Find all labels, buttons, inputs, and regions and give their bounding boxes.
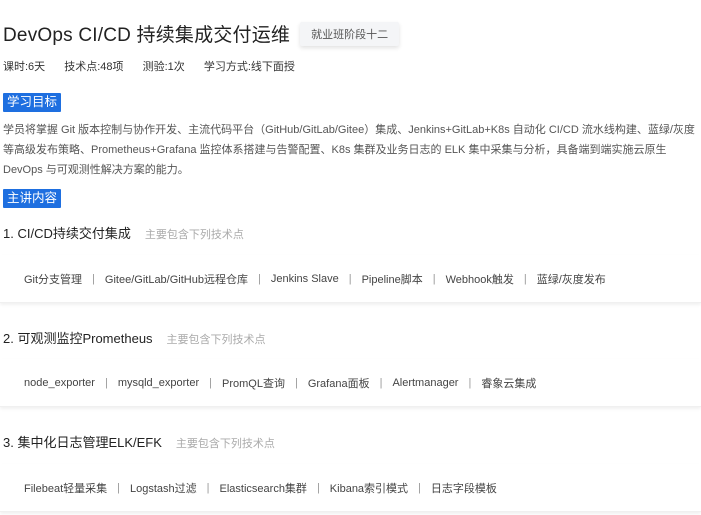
module-name-3: 3. 集中化日志管理ELK/EFK <box>3 435 162 450</box>
tech-point: Webhook触发 <box>445 273 514 286</box>
course-header: DevOps CI/CD 持续集成交付运维 就业班阶段十二 <box>3 20 400 47</box>
course-meta: 课时:6天 技术点:48项 测验:1次 学习方式:线下面授 <box>3 58 311 74</box>
tech-point: 蓝绿/灰度发布 <box>536 273 606 286</box>
module-points-3: Filebeat轻量采集 | Logstash过滤 | Elasticsearch集… <box>0 464 701 512</box>
tech-point: 日志字段模板 <box>430 482 497 495</box>
tech-point: Logstash过滤 <box>130 482 197 495</box>
meta-tests: 测验:1次 <box>142 61 185 73</box>
tech-point: Grafana面板 <box>307 377 370 390</box>
meta-points: 技术点:48项 <box>64 61 124 73</box>
tech-point: 睿象云集成 <box>481 377 537 390</box>
tech-point: mysqld_exporter <box>117 376 200 389</box>
module-hint-1: 主要包含下列技术点 <box>144 229 244 241</box>
module-title-3: 3. 集中化日志管理ELK/EFK 主要包含下列技术点 <box>3 432 275 451</box>
tech-point: Alertmanager <box>392 376 459 389</box>
module-title-1: 1. CI/CD持续交付集成 主要包含下列技术点 <box>3 223 244 242</box>
tech-point: Elasticsearch集群 <box>219 482 307 495</box>
course-page: DevOps CI/CD 持续集成交付运维 就业班阶段十二 课时:6天 技术点:… <box>0 0 701 515</box>
goal-text: 学员将掌握 Git 版本控制与协作开发、主流代码平台（GitHub/GitLab… <box>3 124 695 176</box>
module-hint-3: 主要包含下列技术点 <box>175 438 275 450</box>
meta-hours: 课时:6天 <box>3 61 46 73</box>
tech-point: Jenkins Slave <box>270 272 339 285</box>
module-hint-2: 主要包含下列技术点 <box>166 334 266 346</box>
module-points-2: node_exporter | mysqld_exporter | PromQL查询… <box>0 359 701 407</box>
module-name-1: 1. CI/CD持续交付集成 <box>3 226 131 241</box>
tech-point: Filebeat轻量采集 <box>24 482 108 495</box>
module-points-1: Git分支管理 | Gitee/GitLab/GitHub远程仓库 | Jenkin… <box>0 255 701 303</box>
module-title-2: 2. 可观测监控Prometheus 主要包含下列技术点 <box>3 328 266 347</box>
tech-point: Gitee/GitLab/GitHub远程仓库 <box>104 273 248 286</box>
module-name-2: 2. 可观测监控Prometheus <box>3 331 153 346</box>
goal-tag: 学习目标 <box>3 93 62 112</box>
tech-point: node_exporter <box>24 376 95 389</box>
tech-point: Git分支管理 <box>24 273 83 286</box>
stage-badge[interactable]: 就业班阶段十二 <box>300 21 400 46</box>
course-title: DevOps CI/CD 持续集成交付运维 <box>3 25 291 46</box>
tech-point: PromQL查询 <box>222 377 285 390</box>
main-content-tag: 主讲内容 <box>3 189 62 208</box>
tech-point: Kibana索引模式 <box>329 482 409 495</box>
meta-mode: 学习方式:线下面授 <box>203 61 295 73</box>
tech-point: Pipeline脚本 <box>361 273 423 286</box>
